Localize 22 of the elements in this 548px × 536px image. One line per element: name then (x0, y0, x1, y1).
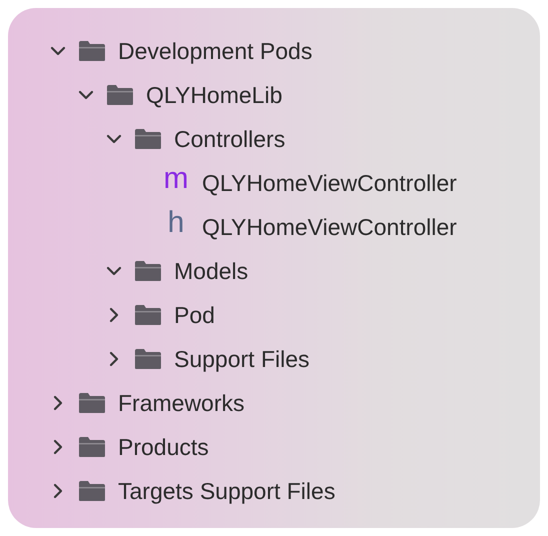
file-type-icon: h (162, 208, 190, 238)
folder-icon (134, 304, 162, 326)
folder-name[interactable]: Products (118, 434, 209, 460)
file-name[interactable]: QLYHomeViewController (202, 170, 457, 196)
folder-icon (134, 128, 162, 150)
folder-name[interactable]: Pod (174, 302, 215, 328)
folder-name[interactable]: Support Files (174, 346, 310, 372)
folder-name[interactable]: Targets Support Files (118, 478, 336, 504)
folder-icon (106, 84, 134, 106)
folder-icon (134, 348, 162, 370)
folder-name[interactable]: QLYHomeLib (146, 82, 282, 108)
file-name[interactable]: QLYHomeViewController (202, 214, 457, 240)
folder-icon (134, 260, 162, 282)
folder-name[interactable]: Development Pods (118, 38, 312, 64)
file-type-icon: m (162, 164, 190, 194)
folder-name[interactable]: Controllers (174, 126, 286, 152)
folder-icon (78, 392, 106, 414)
folder-icon (78, 40, 106, 62)
folder-name[interactable]: Models (174, 258, 248, 284)
folder-icon (78, 480, 106, 502)
folder-icon (78, 436, 106, 458)
folder-name[interactable]: Frameworks (118, 390, 245, 416)
